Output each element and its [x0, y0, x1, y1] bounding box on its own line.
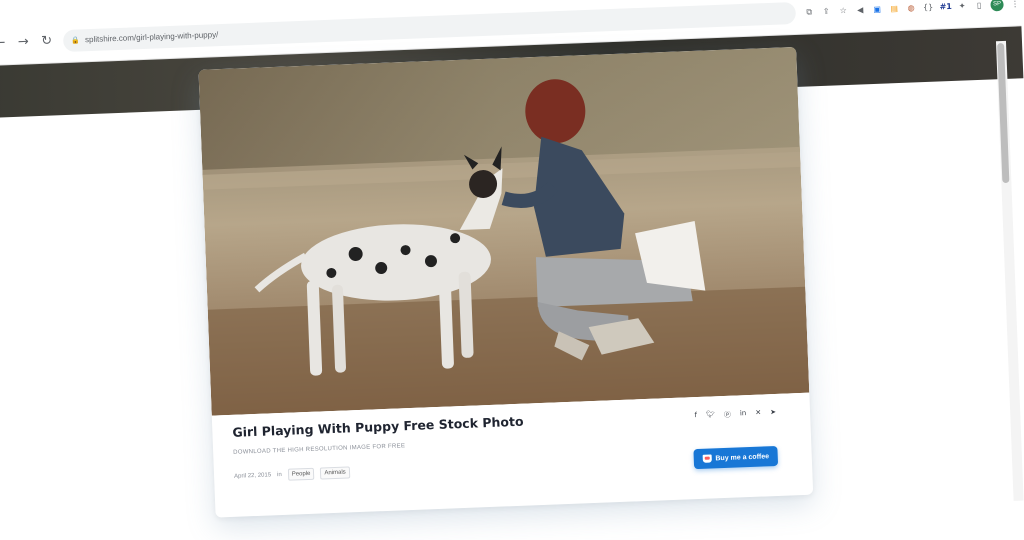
tag-animals[interactable]: Animals — [320, 466, 350, 480]
translate-icon[interactable]: ⧉ — [804, 6, 815, 17]
card-body: Girl Playing With Puppy Free Stock Photo… — [232, 403, 795, 514]
photo-illustration — [198, 46, 810, 416]
in-label: in — [277, 471, 282, 479]
tag-people[interactable]: People — [287, 467, 315, 481]
buy-coffee-label: Buy me a coffee — [715, 452, 770, 462]
rss-icon[interactable]: ◍ — [905, 2, 916, 13]
menu-icon[interactable]: ⋮ — [1009, 0, 1020, 10]
share-icon[interactable]: ⇪ — [820, 6, 831, 17]
url-text: splitshire.com/girl-playing-with-puppy/ — [84, 30, 219, 45]
telegram-icon[interactable]: ➤ — [770, 408, 776, 418]
lock-icon: 🔒 — [71, 35, 81, 45]
reload-icon[interactable]: ↻ — [38, 32, 56, 51]
avatar[interactable]: SP — [990, 0, 1004, 12]
braces-icon[interactable]: {} — [922, 2, 934, 13]
browser-window: ← → ↻ 🔒 splitshire.com/girl-playing-with… — [0, 0, 1024, 539]
cast-icon[interactable]: ▣ — [871, 4, 882, 15]
twitter-icon[interactable]: 🐦︎ — [706, 410, 715, 420]
back-icon[interactable]: ← — [0, 34, 9, 53]
post-date: April 22, 2015 — [234, 472, 272, 480]
puzzle-icon[interactable]: ✦ — [956, 0, 967, 11]
photo-card: Girl Playing With Puppy Free Stock Photo… — [198, 46, 814, 518]
linkedin-icon[interactable]: in — [740, 409, 747, 419]
stock-photo[interactable] — [198, 46, 810, 416]
panel-icon[interactable]: ▯ — [973, 0, 984, 11]
star-icon[interactable]: ☆ — [837, 5, 848, 16]
post-meta: April 22, 2015 in People Animals — [234, 466, 350, 482]
extension-bar: ⧉ ⇪ ☆ ◀ ▣ ▤ ◍ {} #1 ✦ ▯ SP ⋮ — [803, 0, 1020, 19]
coffee-cup-icon — [702, 454, 712, 463]
badge-1-icon[interactable]: #1 — [939, 1, 952, 12]
pinterest-icon[interactable]: ⓟ — [724, 410, 731, 420]
xing-icon[interactable]: ✕ — [755, 409, 761, 419]
facebook-icon[interactable]: f — [694, 411, 697, 421]
speaker-icon[interactable]: ◀ — [854, 4, 865, 15]
stack-icon[interactable]: ▤ — [888, 3, 899, 14]
buy-coffee-button[interactable]: Buy me a coffee — [693, 445, 779, 470]
forward-icon[interactable]: → — [14, 33, 32, 52]
